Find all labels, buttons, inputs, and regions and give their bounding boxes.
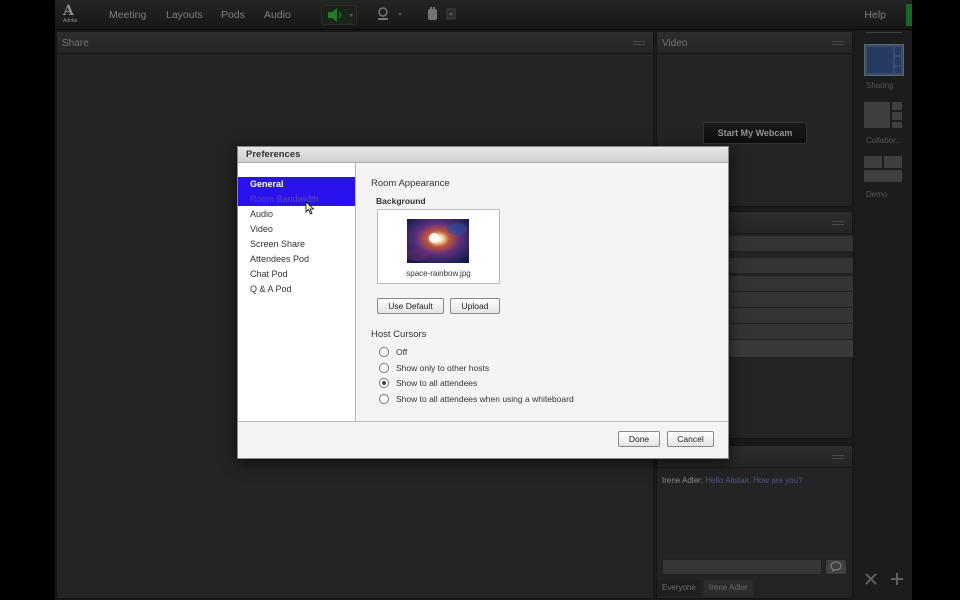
cancel-button[interactable]: Cancel — [667, 431, 714, 447]
raise-hand-button[interactable] — [421, 5, 457, 25]
nav-item-screen-share[interactable]: Screen Share — [238, 237, 355, 252]
nav-item-qa-pod[interactable]: Q & A Pod — [238, 282, 355, 297]
nav-item-audio[interactable]: Audio — [238, 207, 355, 222]
radio-label: Show to all attendees — [396, 378, 478, 388]
pod-menu-icon[interactable] — [832, 41, 844, 45]
upload-button[interactable]: Upload — [450, 298, 500, 314]
pod-title: Video — [662, 38, 688, 49]
start-webcam-button[interactable]: Start My Webcam — [703, 122, 807, 144]
chat-tab-everyone[interactable]: Everyone — [657, 580, 701, 596]
chat-message: Irene Adler: Hello Alistair, How are you… — [662, 476, 803, 485]
radio-label: Show to all attendees when using a white… — [396, 394, 574, 404]
nav-item-video[interactable]: Video — [238, 222, 355, 237]
layouts-bar: Sharing Collabor... Demo — [856, 30, 912, 600]
chat-tab-private[interactable]: Irene Adler — [704, 580, 753, 596]
preferences-nav: General Room Bandwidth Audio Video Scree… — [238, 163, 356, 421]
pod-menu-icon[interactable] — [832, 221, 844, 225]
adobe-logo: A Adobe — [63, 3, 78, 24]
layout-thumb-collaboration[interactable] — [864, 102, 904, 134]
menu-audio[interactable]: Audio — [264, 9, 291, 21]
webcam-icon — [378, 7, 402, 20]
layout-label: Sharing — [866, 81, 894, 90]
pod-header: Video — [657, 32, 852, 54]
layouts-handle — [866, 32, 902, 36]
nav-item-chat-pod[interactable]: Chat Pod — [238, 267, 355, 282]
status-indicator — [906, 4, 912, 26]
preferences-dialog: Preferences General Room Bandwidth Audio… — [237, 146, 729, 459]
pod-menu-icon[interactable] — [633, 41, 645, 45]
nav-item-general[interactable]: General — [238, 177, 355, 192]
chat-sender: Irene Adler — [662, 476, 701, 485]
done-button[interactable]: Done — [618, 431, 660, 447]
layout-thumb-demo[interactable] — [864, 156, 904, 188]
dialog-title: Preferences — [238, 147, 728, 163]
chat-input[interactable] — [662, 559, 822, 575]
radio-label: Off — [396, 347, 408, 357]
raise-hand-icon — [428, 7, 456, 20]
radio-button[interactable] — [379, 378, 389, 388]
radio-button[interactable] — [379, 394, 389, 404]
host-cursors-heading: Host Cursors — [371, 329, 427, 340]
use-default-button[interactable]: Use Default — [377, 298, 444, 314]
menu-meeting[interactable]: Meeting — [109, 9, 146, 21]
close-icon[interactable] — [864, 572, 878, 586]
dialog-footer: Done Cancel — [238, 421, 728, 458]
background-thumbnail — [407, 219, 469, 263]
nav-item-room-bandwidth[interactable]: Room Bandwidth — [238, 192, 355, 206]
add-icon[interactable] — [890, 572, 904, 586]
speaker-icon — [328, 8, 353, 22]
pod-header: Share — [57, 32, 653, 54]
background-preview: space-rainbow.jpg — [377, 209, 500, 284]
speech-bubble-icon — [830, 561, 842, 572]
radio-button[interactable] — [379, 363, 389, 373]
background-filename: space-rainbow.jpg — [406, 269, 471, 278]
chat-send-button[interactable] — [825, 559, 847, 575]
menu-bar: A Adobe Meeting Layouts Pods Audio Help — [55, 0, 912, 30]
pod-menu-icon[interactable] — [832, 455, 844, 459]
mouse-pointer-icon — [305, 201, 315, 215]
room-appearance-heading: Room Appearance — [371, 178, 450, 189]
radio-label: Show only to other hosts — [396, 363, 490, 373]
chat-pod: Irene Adler: Hello Alistair, How are you… — [656, 445, 853, 599]
menu-layouts[interactable]: Layouts — [166, 9, 203, 21]
layout-thumb-sharing[interactable] — [864, 44, 904, 76]
chat-text: Hello Alistair, How are you? — [705, 476, 803, 485]
speaker-button[interactable] — [321, 5, 357, 25]
background-label: Background — [376, 196, 426, 206]
nav-item-attendees-pod[interactable]: Attendees Pod — [238, 252, 355, 267]
webcam-button[interactable] — [371, 5, 407, 25]
layout-label: Demo — [866, 190, 888, 199]
menu-pods[interactable]: Pods — [221, 9, 245, 21]
radio-button[interactable] — [379, 347, 389, 357]
preferences-content: Room Appearance Background space-rainbow… — [357, 163, 729, 421]
menu-help[interactable]: Help — [864, 9, 886, 21]
pod-title: Share — [62, 38, 89, 49]
layout-label: Collabor... — [866, 136, 903, 145]
